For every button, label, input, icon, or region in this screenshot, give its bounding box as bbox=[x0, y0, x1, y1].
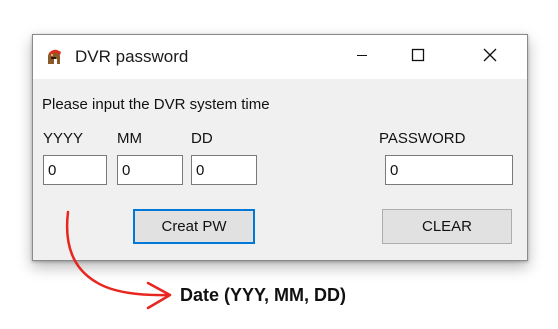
password-label: PASSWORD bbox=[379, 130, 466, 147]
window-title: DVR password bbox=[75, 47, 189, 66]
month-label: MM bbox=[117, 130, 142, 147]
year-label: YYYY bbox=[43, 130, 84, 147]
day-input[interactable] bbox=[191, 155, 257, 185]
day-label: DD bbox=[191, 130, 213, 147]
month-input[interactable] bbox=[117, 155, 183, 185]
maximize-button[interactable] bbox=[395, 35, 441, 79]
clear-button[interactable]: CLEAR bbox=[382, 209, 512, 244]
instruction-text: Please input the DVR system time bbox=[42, 96, 270, 113]
minimize-icon bbox=[356, 48, 368, 66]
title-bar[interactable]: DVR password bbox=[33, 35, 527, 79]
password-input[interactable] bbox=[385, 155, 513, 185]
create-password-button[interactable]: Creat PW bbox=[133, 209, 255, 244]
minimize-button[interactable] bbox=[339, 35, 385, 79]
close-icon bbox=[482, 47, 498, 68]
close-button[interactable] bbox=[467, 35, 513, 79]
spartan-helmet-icon bbox=[45, 48, 63, 66]
screenshot: DVR password Please input the DVR system… bbox=[0, 0, 558, 329]
dvr-password-window: DVR password Please input the DVR system… bbox=[32, 34, 528, 261]
year-input[interactable] bbox=[43, 155, 107, 185]
maximize-icon bbox=[411, 48, 425, 67]
date-format-annotation: Date (YYY, MM, DD) bbox=[180, 285, 347, 305]
